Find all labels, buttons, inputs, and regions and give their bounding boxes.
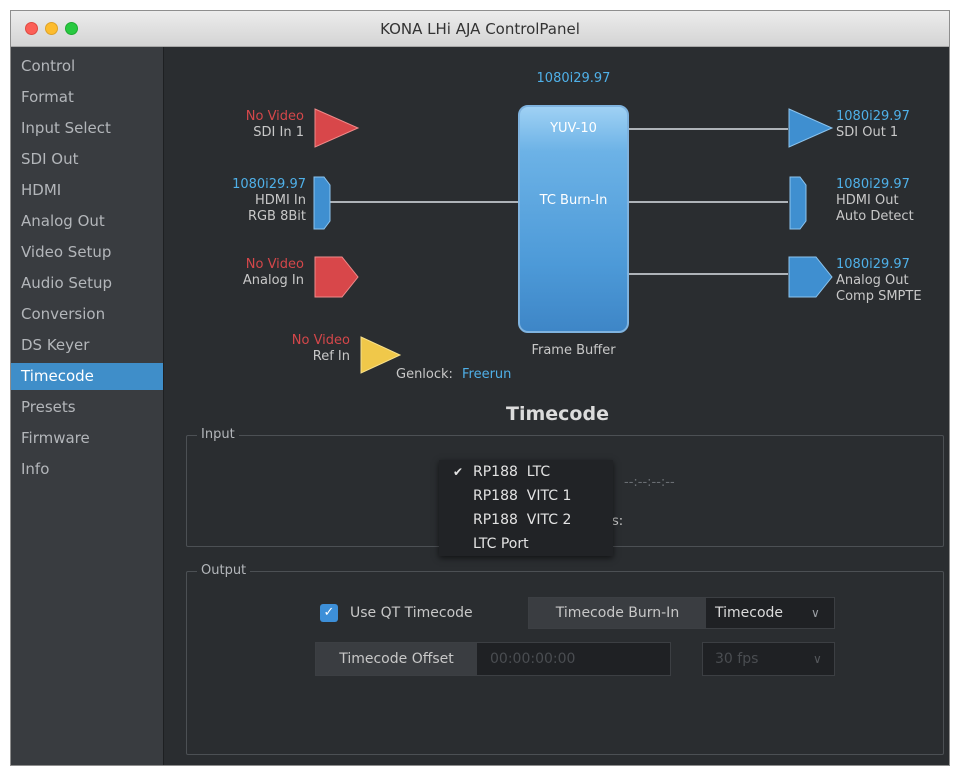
sidebar-item-firmware[interactable]: Firmware: [11, 425, 163, 452]
frame-buffer-color-space: YUV-10: [550, 121, 597, 136]
analog-in-port-icon[interactable]: [312, 253, 362, 301]
sdi-out-port-icon[interactable]: [786, 105, 836, 151]
analog-out-detail: Comp SMPTE: [836, 289, 922, 304]
menu-item-rp188-ltc[interactable]: ✔ RP188 LTC: [439, 460, 613, 484]
sidebar-item-sdi-out[interactable]: SDI Out: [11, 146, 163, 173]
sidebar-item-info[interactable]: Info: [11, 456, 163, 483]
sidebar-item-control[interactable]: Control: [11, 53, 163, 80]
ref-in-status: No Video: [291, 333, 350, 348]
timecode-offset-value: 00:00:00:00: [490, 651, 576, 667]
frame-buffer-block[interactable]: YUV-10 TC Burn-In: [518, 105, 629, 333]
checkmark-icon: ✔: [453, 465, 464, 479]
sidebar-item-presets[interactable]: Presets: [11, 394, 163, 421]
hdmi-in-label: HDMI In: [254, 193, 306, 208]
output-group-legend: Output: [197, 563, 251, 578]
ref-in-label: Ref In: [312, 349, 350, 364]
sdi-out-label: SDI Out 1: [836, 125, 899, 140]
hdmi-in-status: 1080i29.97: [232, 177, 306, 192]
timecode-source-menu: ✔ RP188 LTC RP188 VITC 1 RP188 VITC 2 LT…: [439, 460, 613, 556]
frame-buffer-format: 1080i29.97: [536, 71, 611, 86]
sidebar-item-audio-setup[interactable]: Audio Setup: [11, 270, 163, 297]
timecode-offset-field[interactable]: Timecode Offset 00:00:00:00: [315, 642, 671, 676]
genlock-label: Genlock:: [396, 367, 453, 382]
sidebar-item-ds-keyer[interactable]: DS Keyer: [11, 332, 163, 359]
timecode-section-title: Timecode: [506, 403, 609, 425]
sdi-out-status: 1080i29.97: [836, 109, 910, 124]
burn-in-value: Timecode: [715, 605, 784, 621]
sidebar-item-timecode[interactable]: Timecode: [11, 363, 163, 390]
title-bar: KONA LHi AJA ControlPanel: [11, 11, 949, 47]
sidebar-item-format[interactable]: Format: [11, 84, 163, 111]
timecode-offset-label: Timecode Offset: [316, 643, 477, 675]
hdmi-out-label: HDMI Out: [836, 193, 899, 208]
analog-in-status: No Video: [245, 257, 304, 272]
input-timecode-readout: --:--:--:--: [624, 475, 675, 490]
chevron-down-icon: ∨: [813, 652, 822, 666]
input-group-legend: Input: [197, 427, 239, 442]
sidebar-item-input-select[interactable]: Input Select: [11, 115, 163, 142]
analog-out-status: 1080i29.97: [836, 257, 910, 272]
input-partial-label: s:: [612, 514, 624, 529]
sidebar: Control Format Input Select SDI Out HDMI…: [11, 47, 164, 765]
hdmi-in-port-icon[interactable]: [312, 175, 336, 231]
frame-buffer-tc-burn: TC Burn-In: [539, 193, 608, 208]
analog-out-label: Analog Out: [836, 273, 909, 288]
main-panel: 1080i29.97 YUV-10 TC Burn-In Frame Buffe…: [164, 47, 949, 765]
hdmi-out-port-icon[interactable]: [788, 175, 812, 231]
sidebar-item-hdmi[interactable]: HDMI: [11, 177, 163, 204]
menu-item-ltc-port[interactable]: LTC Port: [439, 532, 613, 556]
sidebar-item-analog-out[interactable]: Analog Out: [11, 208, 163, 235]
hdmi-in-detail: RGB 8Bit: [247, 209, 306, 224]
fps-select[interactable]: 30 fps ∨: [702, 642, 835, 676]
analog-in-label: Analog In: [242, 273, 304, 288]
sidebar-item-conversion[interactable]: Conversion: [11, 301, 163, 328]
sidebar-item-video-setup[interactable]: Video Setup: [11, 239, 163, 266]
chevron-down-icon: ∨: [811, 606, 820, 620]
use-qt-timecode-label: Use QT Timecode: [350, 605, 473, 621]
burn-in-select[interactable]: Timecode Burn-In Timecode ∨: [528, 597, 835, 629]
sdi-in-status: No Video: [245, 109, 304, 124]
frame-buffer-label: Frame Buffer: [531, 343, 616, 358]
burn-in-label: Timecode Burn-In: [529, 598, 706, 628]
menu-item-rp188-vitc2[interactable]: RP188 VITC 2: [439, 508, 613, 532]
window-title: KONA LHi AJA ControlPanel: [380, 20, 580, 38]
app-window: KONA LHi AJA ControlPanel Control Format…: [10, 10, 950, 766]
menu-item-rp188-vitc1[interactable]: RP188 VITC 1: [439, 484, 613, 508]
genlock-value: Freerun: [462, 367, 512, 382]
hdmi-out-status: 1080i29.97: [836, 177, 910, 192]
sdi-in-label: SDI In 1: [253, 125, 304, 140]
hdmi-out-detail: Auto Detect: [836, 209, 914, 224]
use-qt-timecode-checkbox[interactable]: ✓: [320, 604, 338, 622]
analog-out-port-icon[interactable]: [786, 253, 836, 301]
fps-value: 30 fps: [715, 651, 759, 667]
sdi-in-port-icon[interactable]: [312, 105, 362, 151]
